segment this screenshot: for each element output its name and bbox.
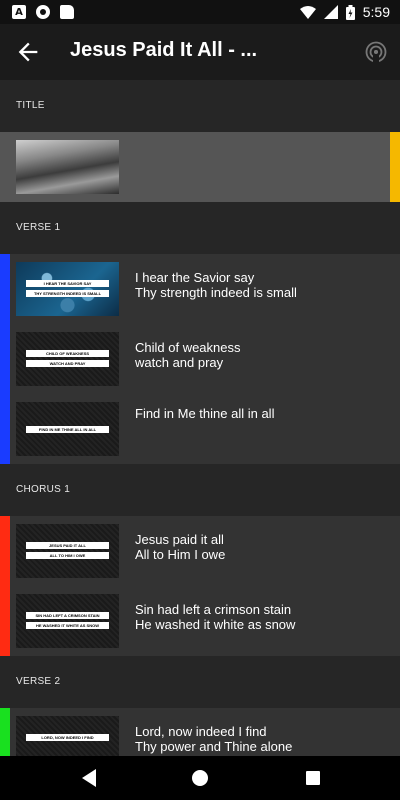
slide-lyrics: Sin had left a crimson stain He washed i… (135, 602, 390, 632)
system-nav-bar (0, 756, 400, 800)
verse1-group: I HEAR THE SAVIOR SAY THY STRENGTH INDEE… (0, 254, 400, 464)
signal-icon (323, 5, 338, 19)
section-header-title: TITLE (0, 80, 400, 132)
record-icon (36, 5, 50, 19)
broadcast-icon[interactable] (364, 40, 388, 64)
slide-thumbnail: I HEAR THE SAVIOR SAY THY STRENGTH INDEE… (16, 262, 119, 316)
lyric-line: Thy strength indeed is small (135, 285, 297, 300)
slide-thumbnail: FIND IN ME THINE ALL IN ALL (16, 402, 119, 456)
battery-icon (345, 4, 355, 20)
slide-lyrics: Child of weakness watch and pray (135, 340, 390, 370)
thumbnail-caption: WATCH AND PRAY (26, 360, 109, 367)
thumbnail-caption: HE WASHED IT WHITE AS SNOW (26, 622, 109, 629)
lyric-line: I hear the Savior say (135, 270, 255, 285)
lyric-line: Lord, now indeed I find (135, 724, 267, 739)
section-header-verse2: VERSE 2 (0, 656, 400, 708)
circle-home-icon[interactable] (190, 768, 210, 788)
slide-thumbnail: JESUS PAID IT ALL ALL TO HIM I OWE (16, 524, 119, 578)
thumbnail-caption: SIN HAD LEFT A CRIMSON STAIN (26, 612, 109, 619)
slide-thumbnail (16, 140, 119, 194)
lyric-line: Child of weakness (135, 340, 241, 355)
thumbnail-caption: CHILD OF WEAKNESS (26, 350, 109, 357)
lyric-line: Find in Me thine all in all (135, 406, 275, 421)
slide-item[interactable] (0, 132, 400, 202)
thumbnail-caption: THY STRENGTH INDEED IS SMALL (26, 290, 109, 297)
slide-item[interactable]: I HEAR THE SAVIOR SAY THY STRENGTH INDEE… (0, 254, 400, 324)
square-recents-icon[interactable] (304, 768, 322, 788)
thumbnail-caption: LORD, NOW INDEED I FIND (26, 734, 109, 741)
title-group (0, 132, 400, 202)
status-bar: A 5:59 (0, 0, 400, 24)
slide-item[interactable]: SIN HAD LEFT A CRIMSON STAIN HE WASHED I… (0, 586, 400, 656)
thumbnail-caption: ALL TO HIM I OWE (26, 552, 109, 559)
slide-thumbnail: SIN HAD LEFT A CRIMSON STAIN HE WASHED I… (16, 594, 119, 648)
lyric-line: He washed it white as snow (135, 617, 296, 632)
sd-card-icon (60, 5, 74, 19)
slide-list[interactable]: TITLE VERSE 1 I HEAR THE SAVIOR SAY THY … (0, 80, 400, 756)
thumbnail-caption: I HEAR THE SAVIOR SAY (26, 280, 109, 287)
thumbnail-caption: FIND IN ME THINE ALL IN ALL (26, 426, 109, 433)
slide-lyrics: Find in Me thine all in all (135, 406, 390, 421)
selected-indicator (390, 132, 400, 202)
slide-lyrics: Lord, now indeed I find Thy power and Th… (135, 724, 390, 754)
thumbnail-caption: JESUS PAID IT ALL (26, 542, 109, 549)
lyric-line: watch and pray (135, 355, 224, 370)
slide-thumbnail: CHILD OF WEAKNESS WATCH AND PRAY (16, 332, 119, 386)
chorus1-group: JESUS PAID IT ALL ALL TO HIM I OWE Jesus… (0, 516, 400, 656)
lyric-line: Jesus paid it all (135, 532, 224, 547)
lyric-line: Sin had left a crimson stain (135, 602, 292, 617)
slide-lyrics: I hear the Savior say Thy strength indee… (135, 270, 390, 300)
app-bar: Jesus Paid It All - ... (0, 24, 400, 80)
slide-item[interactable]: JESUS PAID IT ALL ALL TO HIM I OWE Jesus… (0, 516, 400, 586)
lyric-line: Thy power and Thine alone (135, 739, 293, 754)
slide-item[interactable]: CHILD OF WEAKNESS WATCH AND PRAY Child o… (0, 324, 400, 394)
arrow-left-icon[interactable] (14, 38, 42, 66)
slide-lyrics: Jesus paid it all All to Him I owe (135, 532, 390, 562)
wifi-icon (299, 6, 316, 19)
slide-item[interactable]: LORD, NOW INDEED I FIND Lord, now indeed… (0, 708, 400, 756)
slide-item[interactable]: FIND IN ME THINE ALL IN ALL Find in Me t… (0, 394, 400, 464)
slide-thumbnail: LORD, NOW INDEED I FIND (16, 716, 119, 756)
a-icon: A (12, 5, 26, 19)
triangle-back-icon[interactable] (80, 768, 98, 788)
clock: 5:59 (362, 4, 390, 20)
verse2-group: LORD, NOW INDEED I FIND Lord, now indeed… (0, 708, 400, 756)
lyric-line: All to Him I owe (135, 547, 226, 562)
page-title: Jesus Paid It All - ... (70, 39, 258, 61)
section-header-verse1: VERSE 1 (0, 202, 400, 254)
section-header-chorus1: CHORUS 1 (0, 464, 400, 516)
